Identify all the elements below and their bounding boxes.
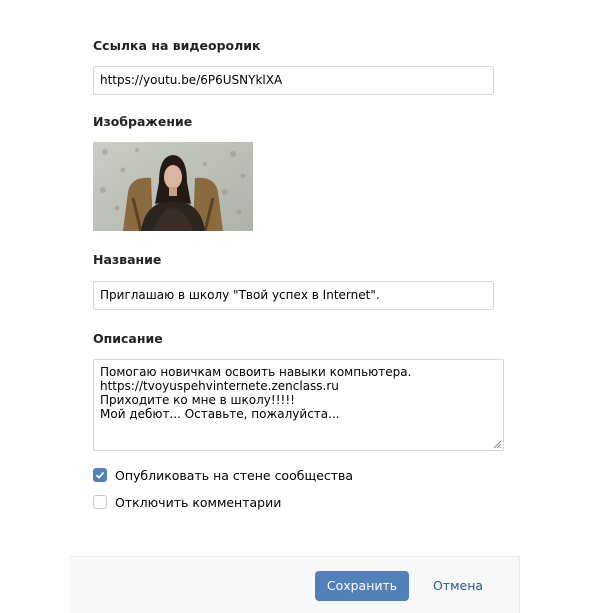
description-line: Помогаю новичкам освоить навыки компьюте…	[100, 365, 412, 379]
modal-footer: Сохранить Отмена	[70, 556, 520, 613]
image-label: Изображение	[93, 114, 193, 129]
video-thumbnail[interactable]	[93, 142, 253, 231]
checkbox-unchecked-icon[interactable]	[93, 495, 107, 509]
description-label: Описание	[93, 331, 163, 346]
publish-on-wall-label: Опубликовать на стене сообщества	[115, 467, 354, 483]
video-link-label: Ссылка на видеоролик	[93, 38, 261, 53]
resize-grip-icon[interactable]	[493, 440, 502, 449]
modal-edge-divider	[519, 556, 520, 613]
video-link-input[interactable]: https://youtu.be/6P6USNYklXA	[93, 66, 494, 95]
disable-comments-label: Отключить комментарии	[115, 494, 282, 510]
disable-comments-checkbox[interactable]: Отключить комментарии	[93, 494, 281, 510]
description-line: Приходите ко мне в школу!!!!!	[100, 393, 295, 407]
title-input[interactable]: Приглашаю в школу "Твой успех в Internet…	[93, 281, 494, 310]
description-textarea[interactable]: Помогаю новичкам освоить навыки компьюте…	[93, 359, 504, 451]
description-line: https://tvoyuspehvinternete.zenclass.ru	[100, 379, 339, 393]
save-button[interactable]: Сохранить	[315, 571, 409, 601]
cancel-button[interactable]: Отмена	[425, 571, 491, 601]
thumbnail-image	[93, 142, 253, 231]
checkbox-checked-icon[interactable]	[93, 468, 107, 482]
publish-on-wall-checkbox[interactable]: Опубликовать на стене сообщества	[93, 467, 353, 483]
description-line: Мой дебют... Оставьте, пожалуйста...	[100, 407, 340, 421]
title-label: Название	[93, 252, 162, 267]
